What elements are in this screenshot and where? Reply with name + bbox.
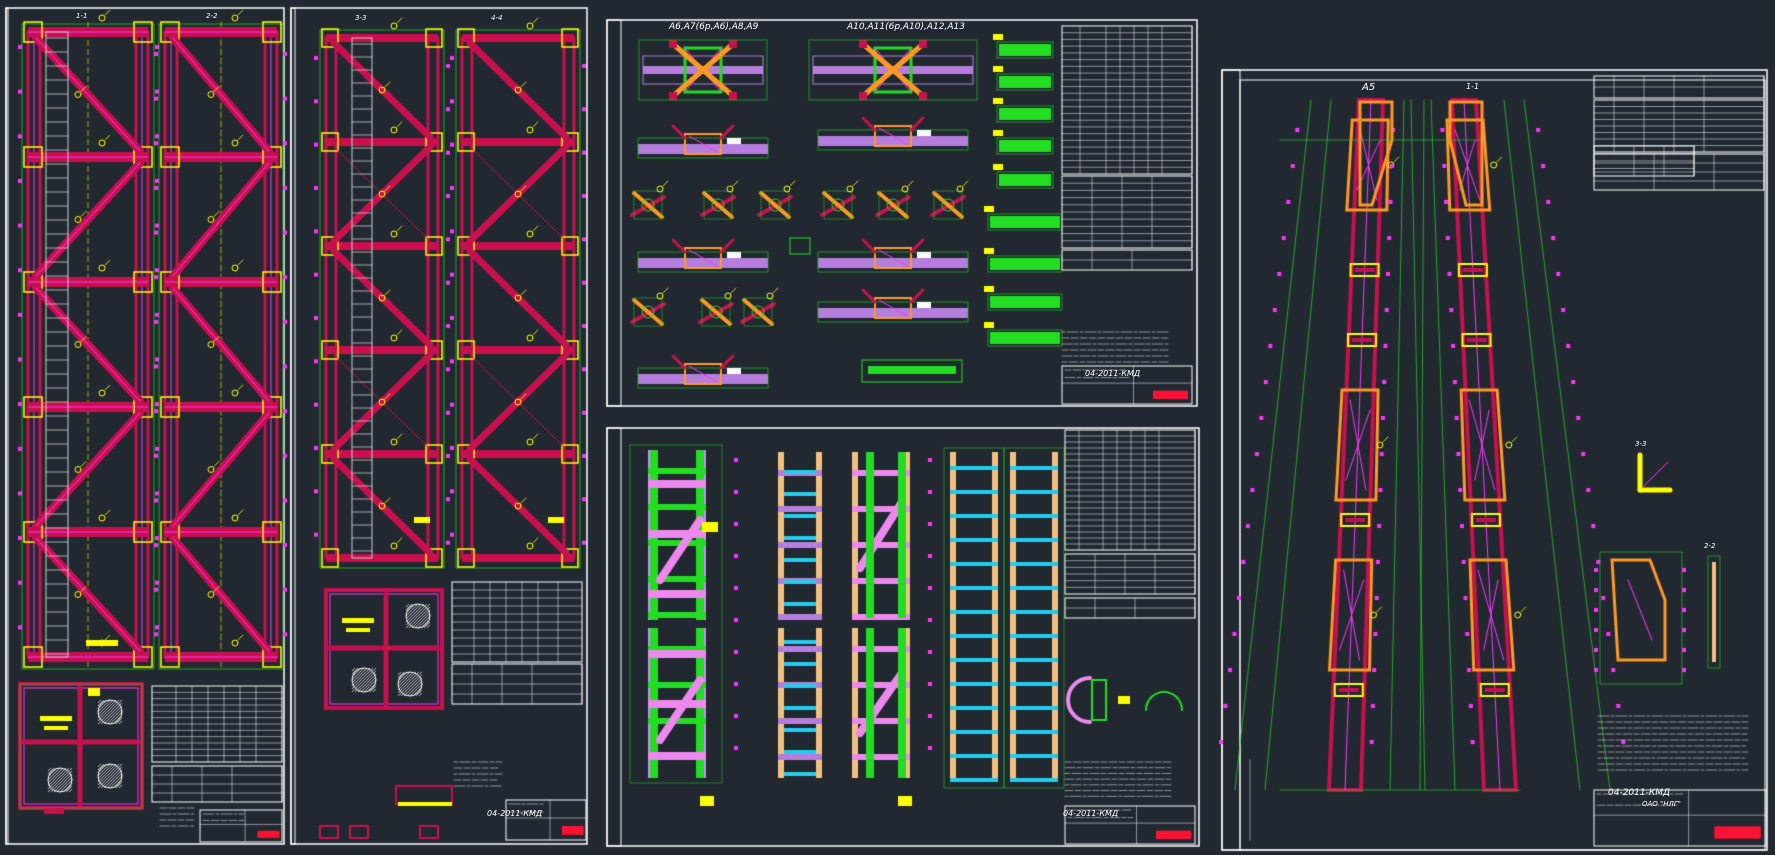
sheet5-title-2: 1-1 <box>1466 82 1480 91</box>
sheet2-view-title-1: 3-3 <box>355 14 367 22</box>
sheet-3: А6,А7(6р,А6),А8,А9 А10,А11(6р,А10),А12,А… <box>607 20 1197 406</box>
sheet1-view-title-1: 1-1 <box>76 12 88 20</box>
sheet-1: 1-1 2-2 <box>8 8 284 844</box>
sheet3-stamp: 04-2011-КМД <box>1085 369 1141 378</box>
sheet3-title-1: А6,А7(6р,А6),А8,А9 <box>669 22 759 32</box>
sheet4-stamp: 04-2011-КМД <box>1063 809 1119 818</box>
sheet5-title-1: А5 <box>1362 82 1376 93</box>
sheet2-view-title-2: 4-4 <box>491 14 503 22</box>
sheet-5: А5 1-1 3-3 2-2 04-2011-КМД ОАО "НЛГ" <box>1222 70 1767 850</box>
sheet5-section-2: 2-2 <box>1704 542 1716 550</box>
sheet2-stamp: 04-2011-КМД <box>487 809 543 818</box>
sheet-2: 3-3 4-4 04-2011-КМД <box>291 8 587 844</box>
sheet5-org: ОАО "НЛГ" <box>1642 800 1681 808</box>
sheet3-title-2: А10,А11(6р,А10),А12,А13 <box>847 22 965 32</box>
sheet5-stamp: 04-2011-КМД <box>1608 788 1671 798</box>
sheet1-view-title-2: 2-2 <box>206 12 218 20</box>
sheet5-section-3: 3-3 <box>1635 440 1647 448</box>
sheet-4: 04-2011-КМД <box>607 428 1199 846</box>
